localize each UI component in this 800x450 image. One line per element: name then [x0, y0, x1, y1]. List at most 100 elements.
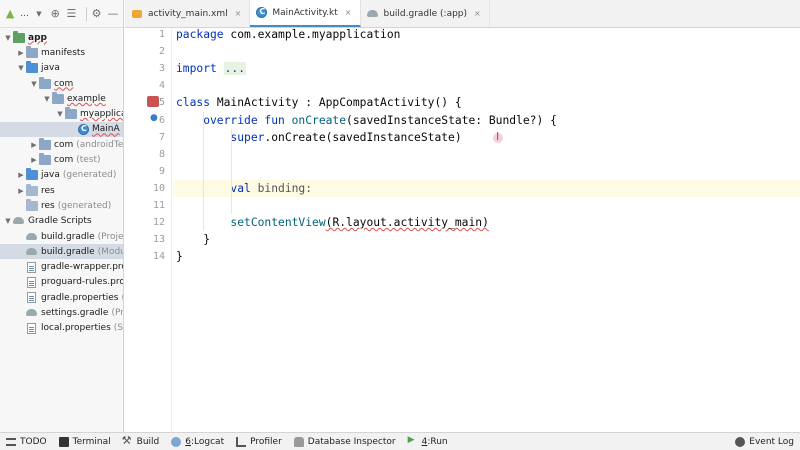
chevron-right-icon[interactable]: ▶	[29, 141, 39, 149]
project-view-selector[interactable]: ...	[20, 9, 29, 19]
event-log-button[interactable]: Event Log	[729, 436, 800, 447]
code-line[interactable]: package com.example.myapplication	[173, 26, 800, 43]
tree-item[interactable]: ▼ com	[0, 76, 123, 91]
tree-item[interactable]: ▶ manifests	[0, 45, 123, 60]
tree-item[interactable]: ▼ example	[0, 91, 123, 106]
code-line[interactable]	[173, 146, 800, 163]
code-line[interactable]: }	[173, 231, 800, 248]
editor-tab[interactable]: build.gradle (:app) ×	[361, 0, 490, 27]
tree-item[interactable]: ▼ app	[0, 30, 123, 45]
tree-item-label: MainA	[92, 124, 120, 135]
header-divider	[85, 6, 87, 21]
run-gutter-icon[interactable]	[147, 96, 159, 108]
tree-item[interactable]: ▼ myapplica	[0, 106, 123, 121]
tree-item-label: manifests	[41, 47, 86, 58]
override-gutter-icon[interactable]: ●	[150, 113, 158, 123]
code-line[interactable]	[173, 43, 800, 60]
tree-item[interactable]: ▼ java	[0, 61, 123, 76]
chevron-down-icon[interactable]: ▼	[33, 7, 45, 21]
tree-item[interactable]: ▶ java (generated)	[0, 168, 123, 183]
code-line[interactable]: }	[173, 248, 800, 265]
editor-tab[interactable]: activity_main.xml ×	[125, 0, 251, 27]
tree-item-label: res	[41, 185, 55, 196]
editor-tab[interactable]: MainActivity.kt ×	[250, 0, 361, 27]
tree-item[interactable]: ▶ com(androidTest)	[0, 137, 123, 152]
tree-item-label: res	[41, 200, 55, 211]
line-number: 11	[152, 200, 165, 211]
code-token: class	[176, 96, 217, 110]
tree-item[interactable]: ▶ res	[0, 183, 123, 198]
chevron-down-icon[interactable]: ▼	[29, 80, 39, 88]
code-line[interactable]: class MainActivity : AppCompatActivity()…	[173, 94, 800, 111]
line-number: 9	[158, 165, 165, 177]
tool-window-label: Terminal	[72, 436, 111, 447]
editor-tab-label: MainActivity.kt	[272, 7, 338, 18]
gradle-elephant-icon	[26, 308, 38, 318]
chevron-right-icon[interactable]: ▶	[16, 171, 26, 179]
code-line[interactable]	[173, 77, 800, 94]
code-line[interactable]: override fun onCreate(savedInstanceState…	[173, 112, 800, 129]
chevron-right-icon[interactable]: ▶	[29, 156, 39, 164]
tree-item-label: com	[54, 78, 74, 89]
tree-item[interactable]: ▶res(generated)	[0, 198, 123, 213]
editor-tab-label: build.gradle (:app)	[383, 8, 468, 19]
code-line[interactable]	[173, 197, 800, 214]
tool-window-button-build[interactable]: Build	[117, 434, 166, 447]
res-folder-icon	[26, 198, 38, 211]
tree-item-qualifier: (generated)	[62, 170, 117, 181]
tool-window-button-terminal[interactable]: Terminal	[53, 436, 117, 447]
chevron-down-icon[interactable]: ▼	[55, 110, 65, 118]
chevron-right-icon[interactable]: ▶	[16, 49, 26, 57]
tree-item[interactable]: ▶build.gradle(Project:	[0, 229, 123, 244]
tool-window-button-todo[interactable]: TODO	[0, 437, 53, 447]
code-line[interactable]: setContentView(R.layout.activity_main)	[173, 214, 800, 231]
terminal-icon	[58, 436, 69, 447]
gradle-elephant-icon	[26, 247, 38, 257]
tree-item[interactable]: ▶ com (test)	[0, 152, 123, 167]
close-icon[interactable]: ×	[474, 9, 481, 18]
line-number: 7	[158, 131, 165, 143]
code-token: super	[176, 130, 265, 144]
gear-icon[interactable]: ⚙	[90, 7, 102, 21]
tool-window-button-profiler[interactable]: Profiler	[230, 436, 288, 447]
tree-item[interactable]: ▶gradle-wrapper.prop	[0, 259, 123, 274]
line-number: 13	[152, 234, 165, 246]
chevron-down-icon[interactable]: ▼	[42, 95, 52, 103]
editor-gutter[interactable]: 1 2 3 4 5 6 7 8 9 10 11 12 13 14 ●	[125, 28, 172, 432]
code-line[interactable]	[173, 163, 800, 180]
minimize-icon[interactable]: —	[107, 7, 119, 21]
close-icon[interactable]: ×	[235, 9, 242, 18]
android-icon[interactable]: ▲	[4, 7, 16, 21]
tool-window-button-run[interactable]: 4: Run	[402, 435, 454, 447]
tree-item-qualifier: (Proje	[111, 307, 124, 318]
chevron-down-icon[interactable]: ▼	[16, 64, 26, 72]
tree-item-label: Gradle Scripts	[28, 216, 92, 227]
tree-item[interactable]: ▶MainA	[0, 121, 123, 138]
locate-icon[interactable]: ⊕	[49, 7, 61, 21]
tool-window-bar: TODO Terminal Build 6: Logcat Profiler Databa…	[0, 432, 800, 450]
code-line[interactable]: val binding:	[173, 179, 800, 197]
chevron-down-icon[interactable]: ▼	[3, 217, 13, 225]
collapse-all-icon[interactable]: ☰	[65, 7, 77, 21]
code-editor[interactable]: 1 2 3 4 5 6 7 8 9 10 11 12 13 14 ● package com.example…	[125, 28, 800, 432]
tool-window-button-logcat[interactable]: 6: Logcat	[165, 436, 230, 447]
code-line[interactable]: import ...	[173, 60, 800, 77]
tree-item[interactable]: ▶proguard-rules.pro(F	[0, 275, 123, 290]
code-line[interactable]: super.onCreate(savedInstanceState)	[173, 129, 800, 146]
folder-icon	[39, 153, 51, 166]
tree-item[interactable]: ▶settings.gradle(Proje	[0, 305, 123, 320]
tree-item[interactable]: ▶local.properties(SDK	[0, 321, 123, 336]
chevron-right-icon[interactable]: ▶	[16, 187, 26, 195]
tree-item[interactable]: ▶build.gradle(Module	[0, 244, 123, 260]
tool-window-button-database-inspector[interactable]: Database Inspector	[288, 436, 402, 447]
tree-item[interactable]: ▼ Gradle Scripts	[0, 214, 123, 229]
close-icon[interactable]: ×	[345, 8, 352, 17]
tree-item-label: gradle-wrapper.prop	[41, 262, 124, 273]
tree-item[interactable]: ▶gradle.properties(Proj	[0, 290, 123, 305]
file-icon	[27, 322, 36, 334]
code-area[interactable]: package com.example.myapplication import …	[173, 28, 800, 432]
line-number: 8	[158, 148, 165, 160]
tree-item-label: myapplica	[80, 109, 124, 120]
chevron-down-icon[interactable]: ▼	[3, 34, 13, 42]
play-icon	[408, 435, 418, 447]
